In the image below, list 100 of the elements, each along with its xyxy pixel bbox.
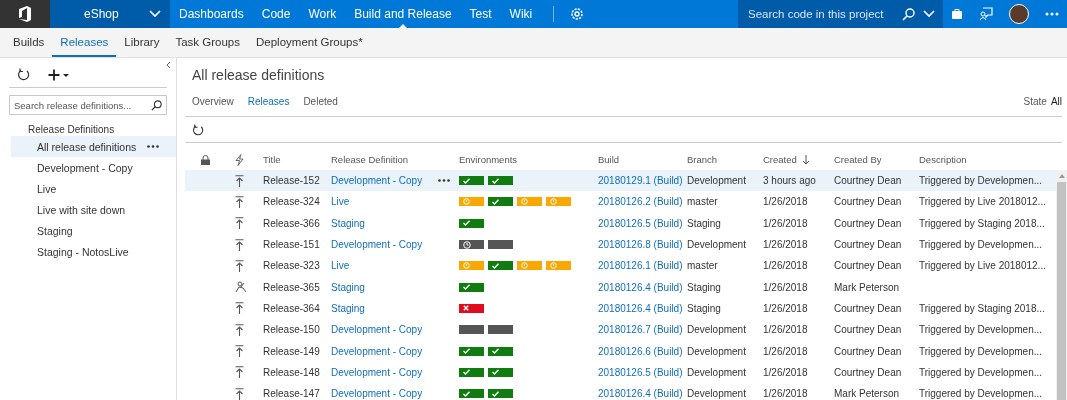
environment-succeeded-chip[interactable]	[459, 176, 484, 186]
build-link[interactable]: 20180126.7 (Build)	[598, 324, 683, 336]
environment-succeeded-chip[interactable]	[488, 389, 513, 399]
release-row[interactable]: Release-152 Development - Copy 20180129.1 (Build) Development 3 hours ago Courtney Dean Triggered by Developmen...	[185, 170, 1056, 192]
build-link[interactable]: 20180129.1 (Build)	[598, 175, 683, 187]
column-header[interactable]: Branch	[687, 154, 763, 165]
release-row[interactable]: Release-323 Live 20180126.1 (Build) master 1/26/2018 Courtney Dean Triggered by Live 2018012...	[185, 255, 1056, 277]
environment-succeeded-chip[interactable]	[459, 367, 484, 377]
view-tab[interactable]: Releases	[247, 96, 290, 107]
column-header[interactable]: Created	[763, 154, 834, 165]
release-row[interactable]: Release-324 Live 20180126.2 (Build) master 1/26/2018 Courtney Dean Triggered by Live 2018012...	[185, 191, 1056, 213]
app-logo-icon[interactable]	[0, 0, 50, 28]
release-row[interactable]: Release-150 Development - Copy 20180126.7 (Build) Development 1/26/2018 Courtney Dean Triggered by Developmen...	[185, 319, 1056, 341]
build-link[interactable]: 20180126.5 (Build)	[598, 217, 683, 229]
environment-succeeded-chip[interactable]	[459, 346, 484, 356]
view-tab[interactable]: Overview	[192, 96, 234, 107]
definition-link[interactable]: Live	[331, 196, 350, 208]
state-filter-value[interactable]: All	[1050, 96, 1062, 107]
definition-link[interactable]: Live	[331, 260, 350, 272]
user-avatar[interactable]	[1009, 4, 1029, 24]
refresh-icon[interactable]	[17, 68, 30, 81]
nav-tab[interactable]: Test	[460, 0, 501, 28]
environment-succeeded-chip[interactable]	[459, 389, 484, 399]
release-row[interactable]: Release-148 Development - Copy 20180126.5 (Build) Development 1/26/2018 Courtney Dean Triggered by Developmen...	[185, 361, 1056, 383]
settings-icon[interactable]	[570, 7, 585, 21]
hub-tab[interactable]: Task Groups	[167, 28, 248, 57]
environment-succeeded-chip[interactable]	[488, 261, 513, 271]
shopping-bag-icon[interactable]	[951, 8, 963, 20]
feedback-icon[interactable]	[979, 7, 993, 21]
release-row[interactable]: Release-364 Staging 20180126.4 (Build) Staging 1/26/2018 Courtney Dean Triggered by Staging 2018...	[185, 297, 1056, 320]
release-title: Release-324	[263, 196, 321, 208]
definition-item[interactable]: Staging - NotosLive	[11, 241, 176, 262]
definition-link[interactable]: Development - Copy	[331, 388, 423, 400]
environment-not-deployed-chip[interactable]	[459, 325, 484, 335]
column-header[interactable]: Created By	[834, 154, 919, 165]
definition-item[interactable]: Live with site down	[11, 199, 176, 220]
chevron-down-icon[interactable]	[923, 10, 935, 18]
environment-succeeded-chip[interactable]	[488, 346, 513, 356]
scrollbar[interactable]	[1056, 170, 1067, 400]
release-row[interactable]: Release-149 Development - Copy 20180126.6 (Build) Development 1/26/2018 Courtney Dean Triggered by Developmen...	[185, 340, 1056, 362]
search-icon[interactable]	[902, 7, 915, 21]
collapse-icon[interactable]	[166, 61, 171, 69]
definition-link[interactable]: Staging	[331, 281, 365, 293]
project-selector[interactable]: eShop	[50, 0, 170, 28]
definition-item[interactable]: Development - Copy	[11, 157, 176, 178]
column-header[interactable]: Description	[919, 154, 1047, 165]
environment-succeeded-chip[interactable]	[488, 176, 513, 186]
release-row[interactable]: Release-151 Development - Copy 20180126.8 (Build) Development 1/26/2018 Courtney Dean Triggered by Developmen...	[185, 233, 1056, 256]
column-header[interactable]: Build	[598, 154, 687, 165]
nav-tab[interactable]: Code	[252, 0, 300, 28]
build-link[interactable]: 20180126.8 (Build)	[598, 239, 683, 251]
release-row[interactable]: Release-365 Staging 20180126.4 (Build) Staging 1/26/2018 Mark Peterson	[185, 276, 1056, 298]
nav-tab[interactable]: Wiki	[500, 0, 542, 28]
environment-succeeded-chip[interactable]	[488, 367, 513, 377]
environment-succeeded-chip[interactable]	[488, 197, 513, 207]
hub-tab[interactable]: Builds	[5, 28, 53, 57]
build-link[interactable]: 20180126.4 (Build)	[598, 302, 683, 314]
definition-link[interactable]: Development - Copy	[331, 366, 423, 378]
environment-succeeded-chip[interactable]	[459, 282, 484, 292]
definition-link[interactable]: Development - Copy	[331, 324, 423, 336]
build-link[interactable]: 20180126.1 (Build)	[598, 260, 683, 272]
definition-search-field[interactable]: Search release definitions...	[9, 95, 167, 115]
refresh-icon[interactable]	[192, 123, 204, 136]
code-search-field[interactable]: Search code in this project	[738, 0, 943, 28]
more-icon[interactable]	[438, 179, 450, 183]
definition-link[interactable]: Development - Copy	[331, 239, 423, 251]
code-search-input[interactable]: Search code in this project	[746, 7, 894, 21]
build-link[interactable]: 20180126.4 (Build)	[598, 388, 683, 400]
release-row[interactable]: Release-147 Development - Copy 20180126.4 (Build) Development 1/26/2018 Mark Peterson Triggered by Developmen...	[185, 382, 1056, 400]
build-link[interactable]: 20180126.4 (Build)	[598, 281, 683, 293]
build-link[interactable]: 20180126.6 (Build)	[598, 345, 683, 357]
definition-link[interactable]: Staging	[331, 217, 365, 229]
definition-link[interactable]: Staging	[331, 302, 365, 314]
environment-not-deployed-chip[interactable]	[488, 240, 513, 250]
search-icon[interactable]	[151, 99, 162, 111]
nav-tab[interactable]: Build and Release	[345, 0, 461, 28]
environment-failed-chip[interactable]	[459, 303, 484, 313]
definition-link[interactable]: Development - Copy	[331, 345, 423, 357]
environment-queued-chip[interactable]	[459, 240, 484, 250]
definition-item[interactable]: Live	[11, 178, 176, 199]
hub-tab[interactable]: Releases	[52, 28, 117, 57]
environment-not-deployed-chip[interactable]	[488, 325, 513, 335]
build-link[interactable]: 20180126.5 (Build)	[598, 366, 683, 378]
column-header[interactable]: Title	[263, 154, 331, 165]
add-icon[interactable]	[48, 68, 70, 81]
definition-link[interactable]: Development - Copy	[331, 175, 423, 187]
view-tab[interactable]: Deleted	[303, 96, 338, 107]
release-row[interactable]: Release-366 Staging 20180126.5 (Build) Staging 1/26/2018 Courtney Dean Triggered by Staging 2018...	[185, 212, 1056, 234]
hub-tab[interactable]: Deployment Groups*	[248, 28, 371, 57]
more-icon[interactable]	[147, 145, 159, 148]
nav-tab[interactable]: Work	[299, 0, 346, 28]
definition-item[interactable]: All release definitions	[11, 136, 176, 157]
nav-tab[interactable]: Dashboards	[170, 0, 253, 28]
definition-item[interactable]: Staging	[11, 220, 176, 241]
column-header[interactable]: Environments	[459, 154, 598, 165]
chevron-down-icon[interactable]	[149, 10, 161, 18]
build-link[interactable]: 20180126.2 (Build)	[598, 196, 683, 208]
column-header[interactable]: Release Definition	[331, 154, 459, 165]
hub-tab[interactable]: Library	[116, 28, 168, 57]
environment-succeeded-chip[interactable]	[459, 218, 484, 228]
